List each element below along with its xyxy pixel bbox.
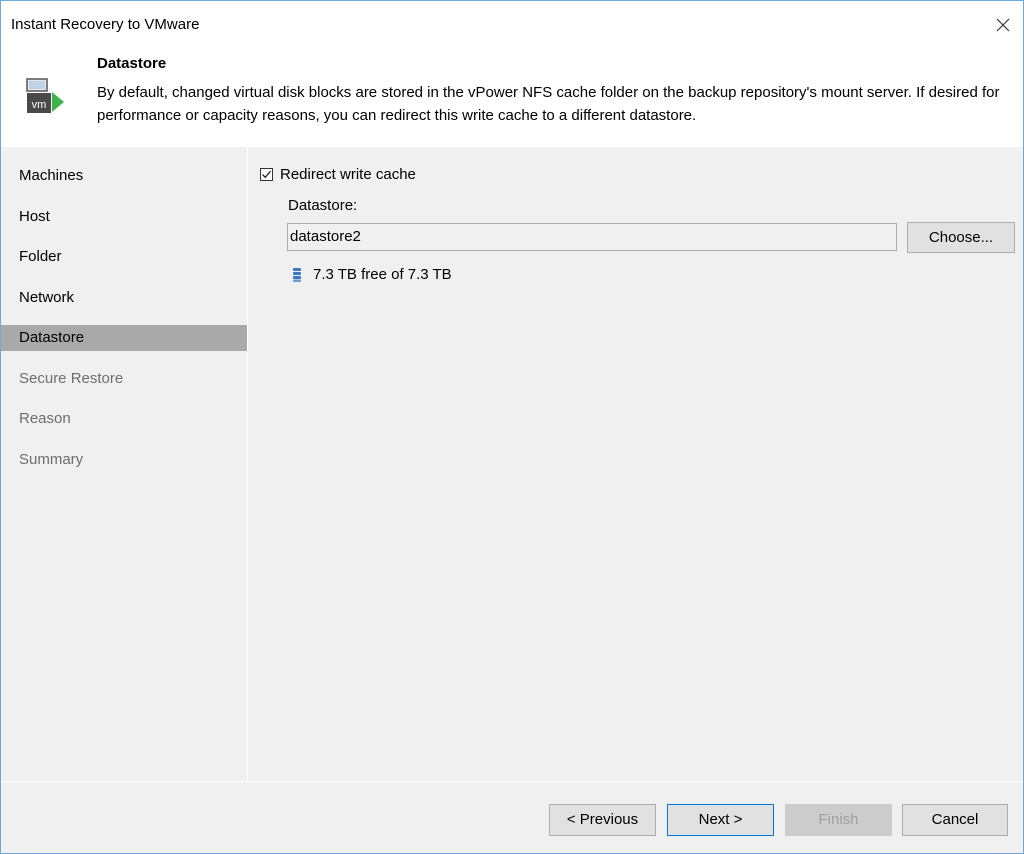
- nav-item-machines[interactable]: Machines: [1, 163, 247, 189]
- nav-item-reason[interactable]: Reason: [1, 406, 247, 432]
- free-space-info: 7.3 TB free of 7.3 TB: [293, 266, 452, 283]
- redirect-write-cache-label: Redirect write cache: [280, 166, 416, 183]
- choose-button[interactable]: Choose...: [907, 222, 1015, 253]
- vm-icon-text: vm: [32, 99, 47, 111]
- cancel-button[interactable]: Cancel: [902, 804, 1008, 836]
- free-space-text: 7.3 TB free of 7.3 TB: [313, 266, 452, 283]
- nav-item-datastore[interactable]: Datastore: [1, 325, 247, 351]
- nav-item-host[interactable]: Host: [1, 204, 247, 230]
- redirect-write-cache-checkbox[interactable]: Redirect write cache: [260, 166, 416, 183]
- next-button[interactable]: Next >: [667, 804, 774, 836]
- step-title: Datastore: [97, 55, 167, 72]
- nav-item-summary[interactable]: Summary: [1, 447, 247, 473]
- checkbox-box[interactable]: [260, 168, 273, 181]
- vm-restore-icon: vm: [25, 77, 67, 122]
- window-title: Instant Recovery to VMware: [11, 16, 200, 33]
- wizard-steps-nav: Machines Host Folder Network Datastore S…: [1, 147, 247, 781]
- datastore-field[interactable]: datastore2: [287, 223, 897, 251]
- nav-item-secure-restore[interactable]: Secure Restore: [1, 366, 247, 392]
- datastore-label: Datastore:: [288, 197, 358, 214]
- footer-divider: [1, 781, 1023, 782]
- datastore-panel: Redirect write cache Datastore: datastor…: [248, 147, 1023, 781]
- finish-button[interactable]: Finish: [785, 804, 892, 836]
- step-description: By default, changed virtual disk blocks …: [97, 84, 1000, 124]
- nav-item-folder[interactable]: Folder: [1, 244, 247, 270]
- instant-recovery-wizard: Instant Recovery to VMware vm Datastore …: [0, 0, 1024, 854]
- step-header: vm Datastore By default, changed virtual…: [1, 49, 1023, 147]
- title-bar: Instant Recovery to VMware: [1, 1, 1023, 49]
- checkmark-icon: [262, 170, 271, 179]
- nav-item-network[interactable]: Network: [1, 285, 247, 311]
- previous-button[interactable]: < Previous: [549, 804, 656, 836]
- close-icon: [996, 18, 1010, 32]
- close-button[interactable]: [989, 11, 1017, 39]
- database-icon: [293, 267, 301, 282]
